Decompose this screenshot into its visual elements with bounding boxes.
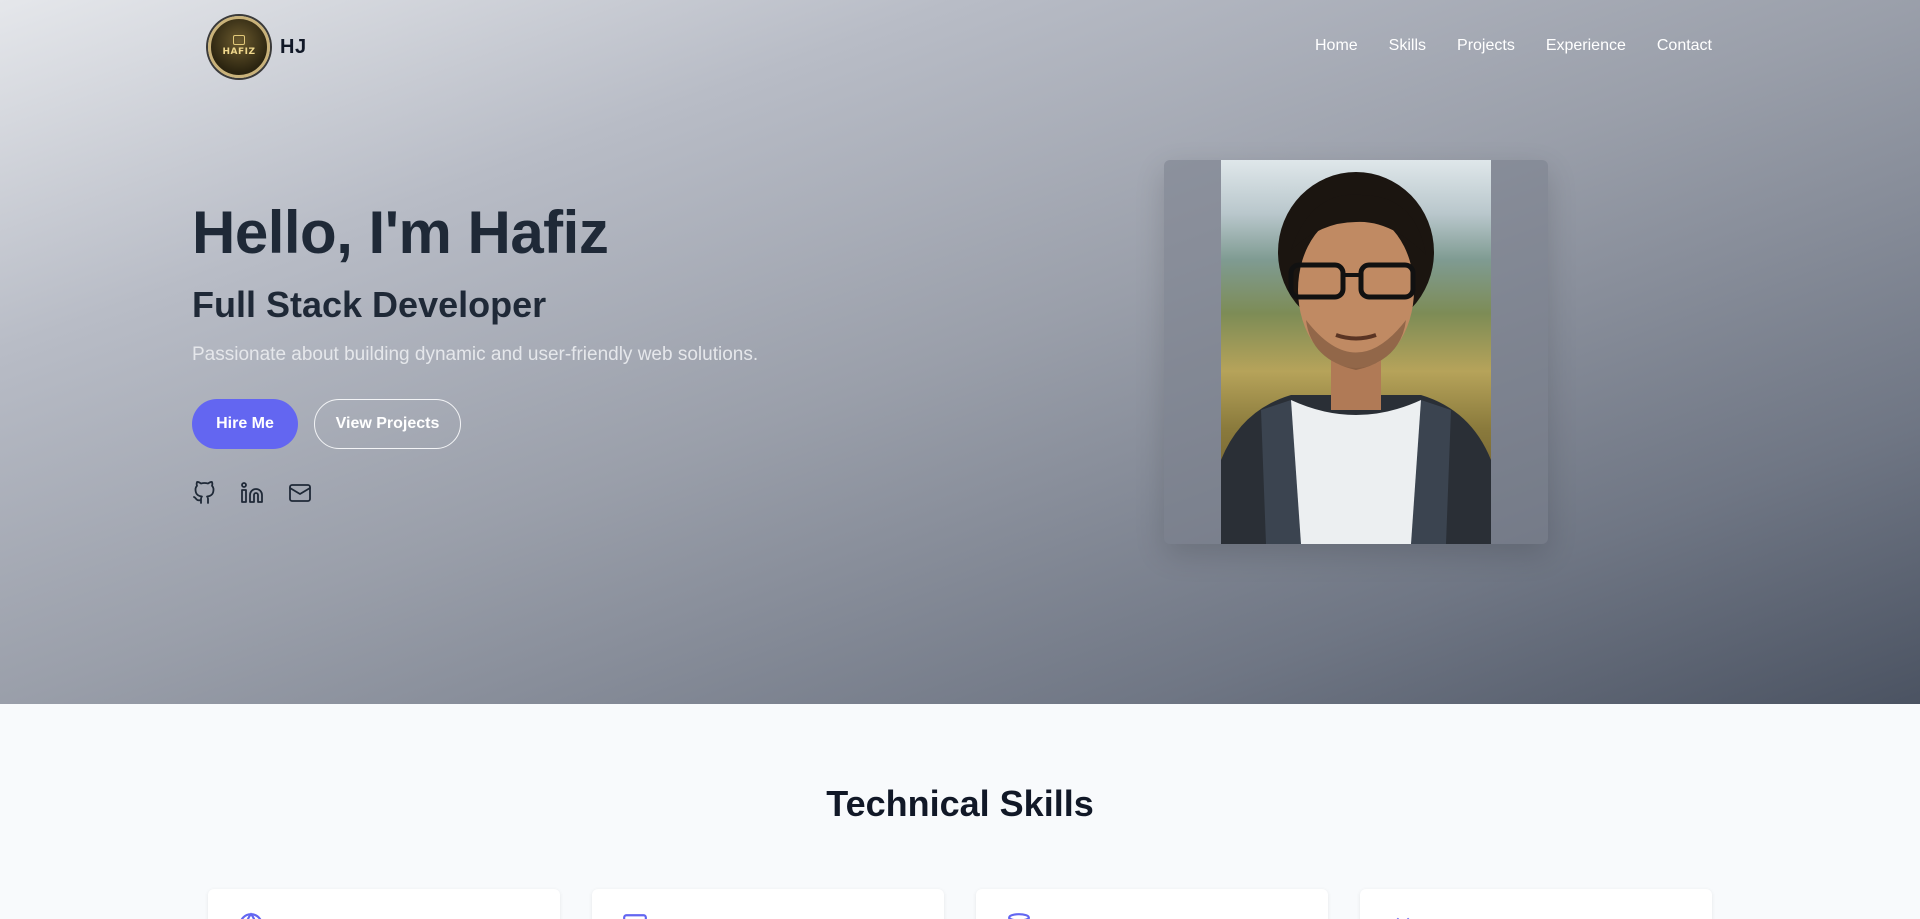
globe-icon [240, 912, 262, 919]
monitor-icon [233, 34, 245, 45]
nav-experience[interactable]: Experience [1546, 37, 1626, 55]
email-link[interactable] [288, 481, 312, 505]
nav-contact[interactable]: Contact [1657, 37, 1712, 55]
hero-subtitle: Full Stack Developer [192, 284, 547, 325]
profile-photo-card [1164, 160, 1548, 544]
hero-section: HAFIZ HJ Home Skills Projects Experience… [0, 0, 1920, 704]
brand[interactable]: HAFIZ HJ [208, 16, 307, 78]
hire-me-button[interactable]: Hire Me [192, 399, 298, 449]
profile-photo [1221, 160, 1491, 544]
monitor-icon [623, 914, 647, 919]
skills-title: Technical Skills [826, 783, 1094, 824]
hero-title: Hello, I'm Hafiz [192, 199, 609, 266]
skill-card-frontend[interactable] [592, 889, 944, 919]
mail-icon [289, 484, 311, 502]
linkedin-icon [241, 482, 263, 503]
nav-projects[interactable]: Projects [1457, 37, 1515, 55]
hero-description: Passionate about building dynamic and us… [192, 344, 759, 365]
main-nav: Home Skills Projects Experience Contact [1315, 37, 1712, 55]
linkedin-link[interactable] [240, 481, 264, 505]
skill-card-web[interactable] [208, 889, 560, 919]
skill-card-database[interactable] [976, 889, 1328, 919]
brand-name: HJ [280, 35, 307, 58]
code-icon [1396, 917, 1410, 919]
skill-card-code[interactable] [1360, 889, 1712, 919]
nav-home[interactable]: Home [1315, 37, 1358, 55]
github-link[interactable] [192, 481, 216, 505]
nav-skills[interactable]: Skills [1389, 37, 1426, 55]
database-icon [1008, 913, 1030, 919]
social-links [192, 481, 312, 505]
portrait-illustration [1221, 172, 1491, 544]
view-projects-button[interactable]: View Projects [314, 399, 461, 449]
logo-badge-text: HAFIZ [222, 46, 256, 57]
github-icon [193, 481, 215, 504]
logo-badge: HAFIZ [208, 16, 270, 78]
